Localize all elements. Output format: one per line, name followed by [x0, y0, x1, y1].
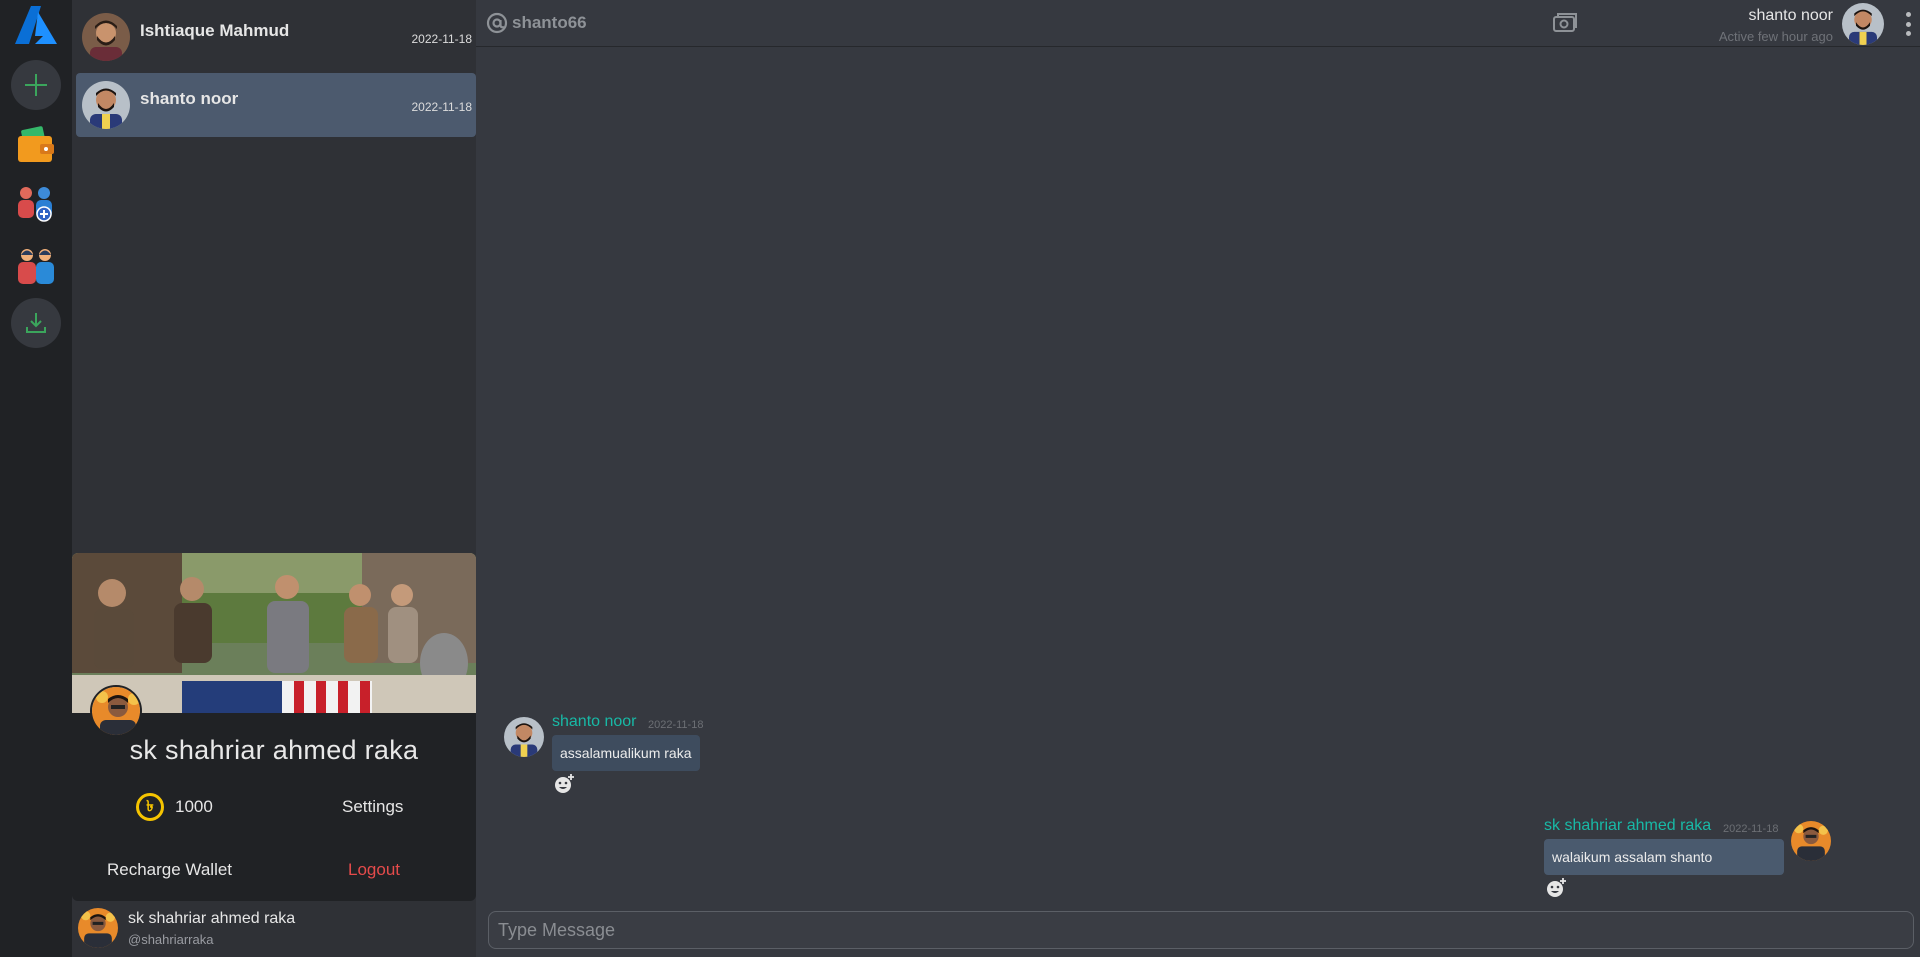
settings-link[interactable]: Settings	[342, 797, 403, 817]
download-button[interactable]	[11, 298, 61, 348]
message-composer	[488, 911, 1914, 949]
contact-item[interactable]: Ishtiaque Mahmud 2022-11-18	[76, 5, 476, 69]
message-date: 2022-11-18	[648, 719, 704, 731]
message-avatar[interactable]	[504, 717, 544, 757]
contact-avatar	[82, 81, 130, 129]
profile-name: sk shahriar ahmed raka	[129, 735, 419, 765]
app-logo[interactable]	[15, 6, 57, 44]
message-date: 2022-11-18	[1723, 823, 1779, 835]
contact-item[interactable]: shanto noor 2022-11-18	[76, 73, 476, 137]
message-input[interactable]	[489, 912, 1913, 948]
add-server-button[interactable]	[11, 60, 61, 110]
wallet-balance: 1000	[175, 797, 213, 816]
add-group-icon[interactable]	[16, 184, 56, 224]
peer-avatar[interactable]	[1842, 3, 1884, 45]
wallet-icon[interactable]	[16, 126, 56, 166]
message-avatar[interactable]	[1791, 821, 1831, 861]
plus-icon	[25, 74, 47, 96]
user-handle: @shahriarraka	[128, 932, 214, 947]
server-rail	[0, 0, 72, 957]
screen-share-icon[interactable]	[1552, 12, 1578, 34]
contact-name: Ishtiaque Mahmud	[140, 21, 290, 40]
recharge-wallet-link[interactable]: Recharge Wallet	[107, 860, 232, 880]
at-icon	[486, 12, 508, 34]
user-avatar[interactable]	[78, 908, 118, 948]
channel-name: shanto66	[512, 13, 587, 32]
contact-name: shanto noor	[140, 89, 239, 108]
download-icon	[26, 313, 46, 333]
profile-banner-image	[72, 553, 476, 713]
taka-coin-icon: ৳	[136, 793, 164, 821]
add-reaction-icon[interactable]	[553, 773, 575, 795]
user-name: sk shahriar ahmed raka	[128, 910, 296, 927]
profile-card: sk shahriar ahmed raka ৳ 1000 Settings R…	[72, 553, 476, 901]
message-bubble: assalamualikum raka	[552, 735, 700, 771]
contact-date: 2022-11-18	[411, 100, 473, 114]
contact-date: 2022-11-18	[411, 32, 473, 46]
profile-avatar[interactable]	[90, 685, 142, 737]
peer-name: shanto noor	[1748, 7, 1833, 24]
logout-link[interactable]: Logout	[348, 860, 400, 880]
more-options-icon[interactable]	[1906, 12, 1912, 36]
contact-avatar	[82, 13, 130, 61]
message-sender[interactable]: shanto noor	[552, 713, 637, 731]
message-bubble: walaikum assalam shanto	[1544, 839, 1784, 875]
peer-status: Active few hour ago	[1718, 29, 1833, 44]
current-user-bar: sk shahriar ahmed raka @shahriarraka	[72, 902, 476, 957]
add-reaction-icon[interactable]	[1545, 877, 1567, 899]
friends-icon[interactable]	[16, 246, 56, 286]
message-sender[interactable]: sk shahriar ahmed raka	[1544, 817, 1711, 835]
chat-header: shanto66 shanto noor Active few hour ago	[476, 0, 1920, 47]
